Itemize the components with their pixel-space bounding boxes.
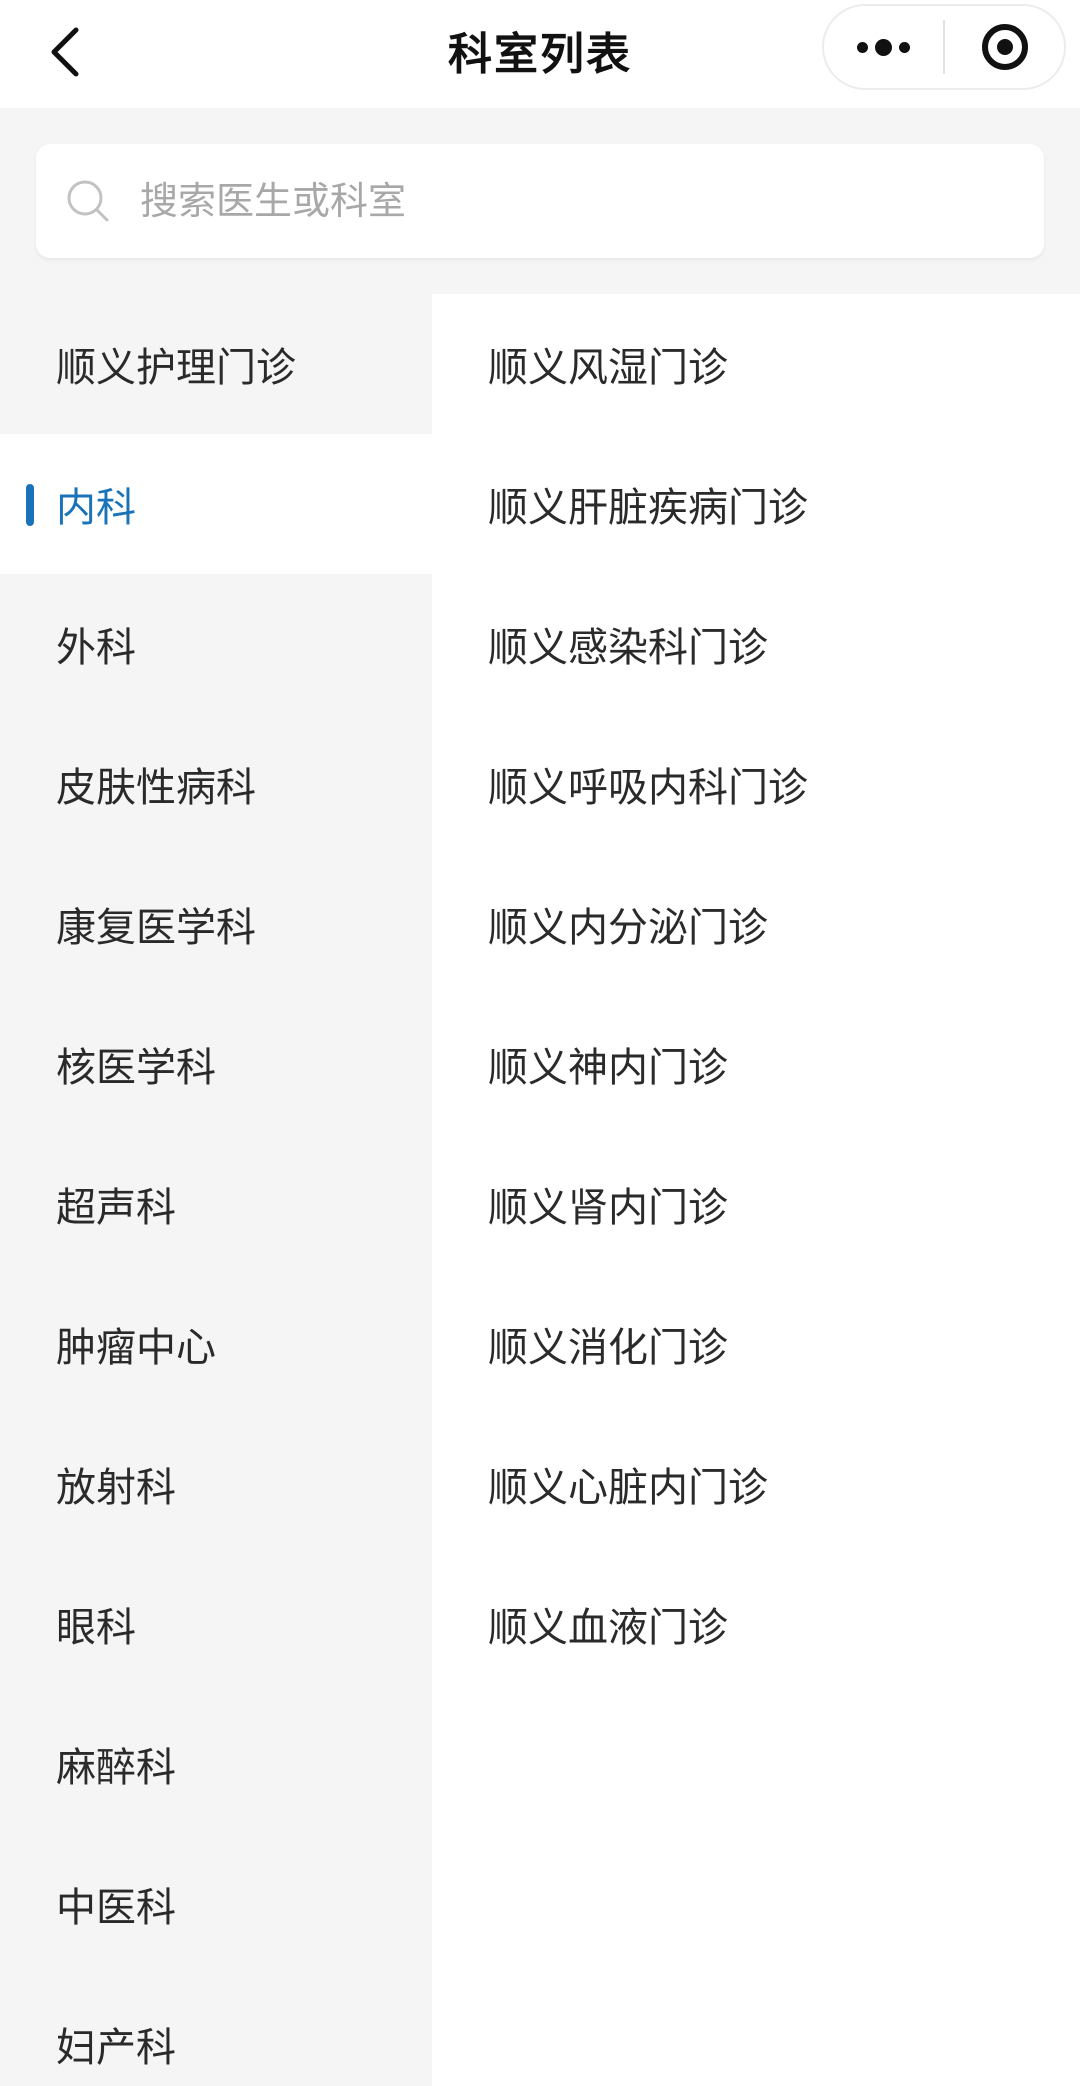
search-bar[interactable] <box>36 144 1044 258</box>
mini-program-capsule <box>822 4 1066 90</box>
department-list: 顺义风湿门诊 顺义肝脏疾病门诊 顺义感染科门诊 顺义呼吸内科门诊 顺义内分泌门诊 顺义神内… <box>432 294 1080 2086</box>
category-label: 眼科 <box>56 1605 136 1651</box>
target-circle-icon <box>981 24 1028 70</box>
active-indicator <box>26 484 34 526</box>
department-item[interactable]: 顺义感染科门诊 <box>432 574 1080 714</box>
category-item[interactable]: 康复医学科 <box>0 854 432 994</box>
category-item[interactable]: 妇产科 <box>0 1974 432 2086</box>
department-item[interactable]: 顺义血液门诊 <box>432 1554 1080 1694</box>
category-item[interactable]: 肿瘤中心 <box>0 1274 432 1414</box>
category-label: 放射科 <box>56 1465 176 1511</box>
more-button[interactable] <box>824 6 943 88</box>
category-label: 麻醉科 <box>56 1745 176 1791</box>
department-item[interactable]: 顺义肝脏疾病门诊 <box>432 434 1080 574</box>
department-item[interactable]: 顺义内分泌门诊 <box>432 854 1080 994</box>
navigation-bar: 科室列表 <box>0 0 1080 108</box>
search-icon <box>67 180 109 222</box>
category-item[interactable]: 顺义护理门诊 <box>0 294 432 434</box>
category-label: 核医学科 <box>56 1045 216 1091</box>
category-item[interactable]: 内科 <box>0 434 432 574</box>
category-label: 外科 <box>56 625 136 671</box>
category-label: 内科 <box>56 485 136 531</box>
department-item[interactable]: 顺义消化门诊 <box>432 1274 1080 1414</box>
category-item[interactable]: 核医学科 <box>0 994 432 1134</box>
category-sidebar: 顺义护理门诊 内科外科皮肤性病科康复医学科核医学科超声科肿瘤中心放射科眼科麻醉科中… <box>0 294 432 2086</box>
category-item[interactable]: 超声科 <box>0 1134 432 1274</box>
close-mini-program-button[interactable] <box>945 6 1064 88</box>
department-item[interactable]: 顺义呼吸内科门诊 <box>432 714 1080 854</box>
category-label: 妇产科 <box>56 2025 176 2071</box>
category-label: 中医科 <box>56 1885 176 1931</box>
category-label: 顺义护理门诊 <box>56 345 296 391</box>
category-item[interactable]: 放射科 <box>0 1414 432 1554</box>
more-dots-icon <box>857 38 910 56</box>
category-label: 皮肤性病科 <box>56 765 256 811</box>
category-item[interactable]: 中医科 <box>0 1834 432 1974</box>
category-item[interactable]: 麻醉科 <box>0 1694 432 1834</box>
category-label: 肿瘤中心 <box>56 1325 216 1371</box>
department-item[interactable]: 顺义神内门诊 <box>432 994 1080 1134</box>
category-item[interactable]: 皮肤性病科 <box>0 714 432 854</box>
category-item[interactable]: 眼科 <box>0 1554 432 1694</box>
category-item[interactable]: 外科 <box>0 574 432 714</box>
category-label: 康复医学科 <box>56 905 256 951</box>
department-item[interactable]: 顺义肾内门诊 <box>432 1134 1080 1274</box>
department-item[interactable]: 顺义风湿门诊 <box>432 294 1080 434</box>
department-item[interactable]: 顺义心脏内门诊 <box>432 1414 1080 1554</box>
category-label: 超声科 <box>56 1185 176 1231</box>
search-input[interactable] <box>140 166 1000 236</box>
